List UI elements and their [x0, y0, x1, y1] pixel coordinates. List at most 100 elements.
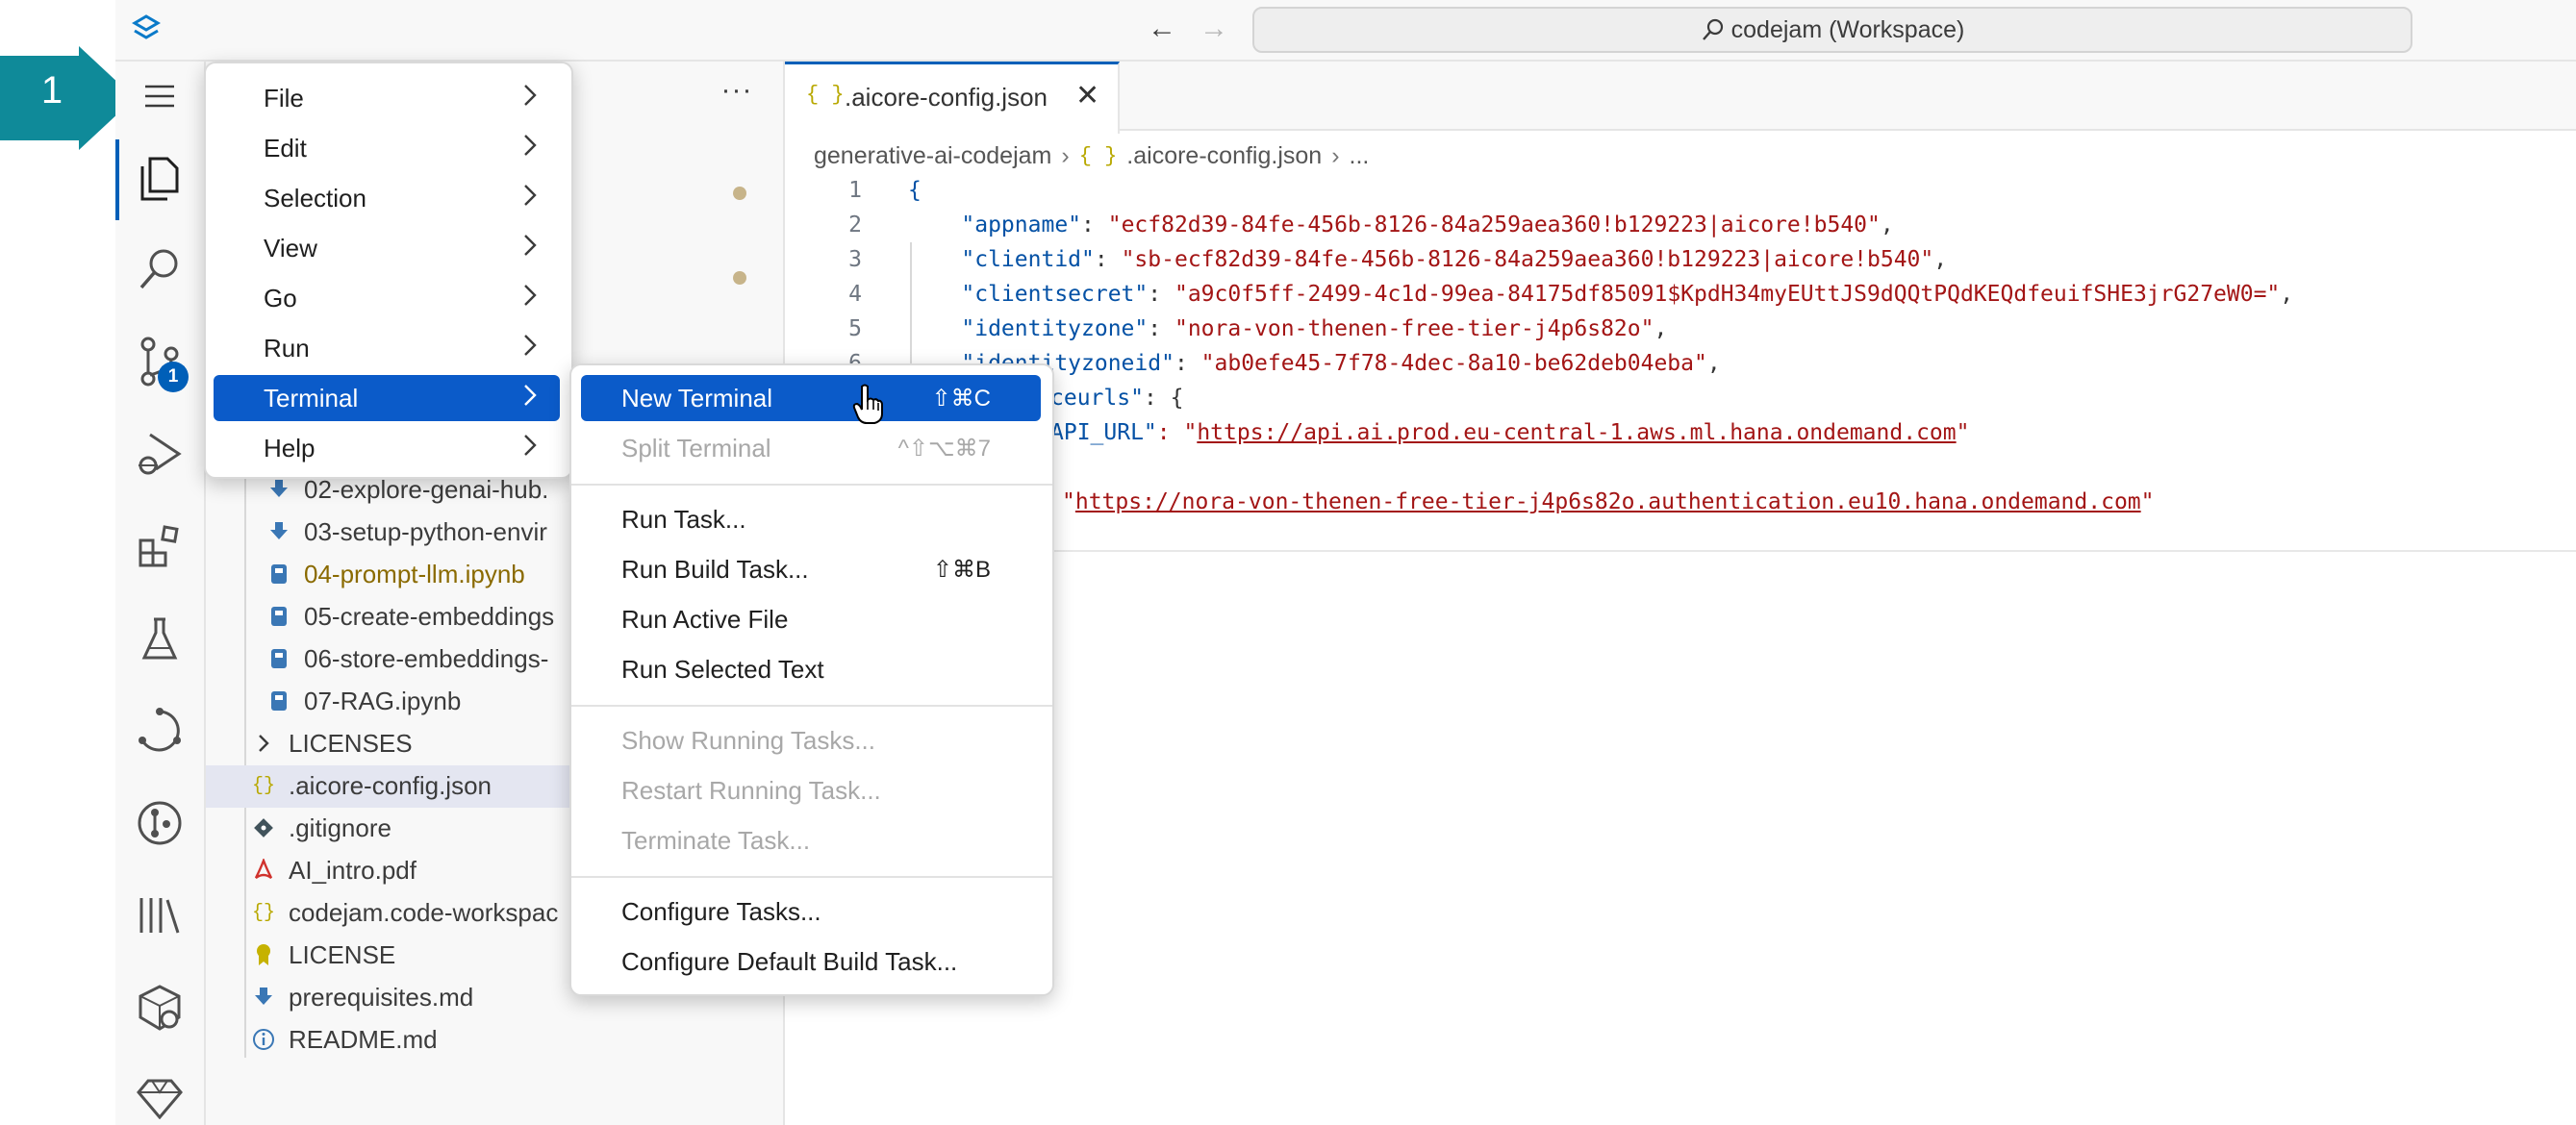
- menu-item-go[interactable]: Go: [214, 275, 560, 321]
- tree-file[interactable]: {} .aicore-config.json: [250, 765, 571, 806]
- code-line[interactable]: 3 "clientid": "sb-ecf82d39-84fe-456b-812…: [814, 242, 1947, 277]
- breadcrumb-folder[interactable]: generative-ai-codejam: [814, 142, 1051, 170]
- menu-item-help[interactable]: Help: [214, 425, 560, 471]
- hand-pointer-cursor-icon: [852, 384, 883, 424]
- tree-file[interactable]: README.md: [250, 1019, 571, 1060]
- forward-arrow-icon[interactable]: →: [1197, 12, 1231, 46]
- explorer-files-icon[interactable]: [133, 152, 187, 206]
- menu-item-run-build-task[interactable]: Run Build Task... ⇧⌘B: [581, 546, 1041, 592]
- run-and-debug-icon[interactable]: [133, 427, 187, 481]
- close-icon[interactable]: ✕: [1075, 79, 1099, 112]
- menu-item-new-terminal[interactable]: New Terminal ⇧⌘C: [581, 375, 1041, 421]
- json-file-icon: { }: [1078, 143, 1118, 168]
- tree-item-label: README.md: [289, 1024, 438, 1054]
- menu-item-run-task[interactable]: Run Task...: [581, 496, 1041, 542]
- more-actions-icon[interactable]: ···: [720, 76, 754, 112]
- menu-item-label: Terminal: [264, 383, 359, 412]
- gem-icon[interactable]: [133, 1071, 187, 1125]
- cube-settings-icon[interactable]: [133, 981, 187, 1035]
- menu-item-run[interactable]: Run: [214, 325, 560, 371]
- chevron-right-icon: [523, 333, 537, 364]
- api-icon[interactable]: [133, 704, 187, 758]
- download-icon: [265, 476, 292, 503]
- menu-item-file[interactable]: File: [214, 75, 560, 121]
- git-graph-icon[interactable]: [133, 796, 187, 850]
- menu-item-label: Restart Running Task...: [621, 775, 881, 805]
- url-link[interactable]: https://nora-von-thenen-free-tier-j4p6s8…: [1075, 489, 2141, 514]
- keyboard-shortcut: ^⇧⌥⌘7: [897, 435, 991, 462]
- tree-file[interactable]: 03-setup-python-envir: [265, 512, 571, 552]
- menu-item-label: File: [264, 83, 304, 112]
- menu-item-run-active-file[interactable]: Run Active File: [581, 596, 1041, 642]
- tree-item-label: 07-RAG.ipynb: [304, 686, 462, 715]
- testing-flask-icon[interactable]: [133, 612, 187, 665]
- notebook-icon: [265, 688, 292, 714]
- json-file-icon: { }: [806, 83, 845, 107]
- notebook-icon: [265, 603, 292, 630]
- tree-file[interactable]: 04-prompt-llm.ipynb: [265, 554, 571, 594]
- code-line[interactable]: 2 "appname": "ecf82d39-84fe-456b-8126-84…: [814, 208, 1894, 242]
- menu-separator: [571, 876, 1052, 878]
- activity-bar: [115, 62, 206, 1125]
- modified-dot-icon: [733, 187, 746, 200]
- library-icon[interactable]: [133, 888, 187, 942]
- menu-item-label: Run Task...: [621, 504, 746, 534]
- search-icon: [1702, 18, 1723, 40]
- code-line[interactable]: 5 "identityzone": "nora-von-thenen-free-…: [814, 312, 1667, 346]
- menu-item-selection[interactable]: Selection: [214, 175, 560, 221]
- tree-file[interactable]: .gitignore: [250, 808, 571, 848]
- menu-item-label: Configure Default Build Task...: [621, 946, 958, 976]
- back-arrow-icon[interactable]: ←: [1145, 12, 1179, 46]
- code-line-fragment[interactable]: "https://nora-von-thenen-free-tier-j4p6s…: [1062, 485, 2155, 519]
- menu-item-label: Go: [264, 283, 297, 312]
- menu-item-label: View: [264, 233, 317, 262]
- hamburger-menu-icon[interactable]: [133, 69, 187, 123]
- tab-label[interactable]: .aicore-config.json: [845, 83, 1048, 112]
- tree-item-label: AI_intro.pdf: [289, 855, 417, 885]
- tree-file[interactable]: 06-store-embeddings-: [265, 638, 571, 679]
- active-indicator: [115, 139, 119, 220]
- tree-file[interactable]: prerequisites.md: [250, 977, 571, 1017]
- extensions-icon[interactable]: [133, 519, 187, 573]
- menu-item-view[interactable]: View: [214, 225, 560, 271]
- tree-file[interactable]: 07-RAG.ipynb: [265, 681, 571, 721]
- tree-file[interactable]: AI_intro.pdf: [250, 850, 571, 890]
- tree-item-label: 06-store-embeddings-: [304, 643, 549, 673]
- tree-file[interactable]: LICENSE: [250, 935, 571, 975]
- tree-item-label: codejam.code-workspac: [289, 897, 559, 927]
- menu-item-configure-tasks[interactable]: Configure Tasks...: [581, 888, 1041, 935]
- breadcrumb-file[interactable]: .aicore-config.json: [1126, 142, 1322, 170]
- menu-item-show-running-tasks: Show Running Tasks...: [581, 717, 1041, 763]
- menu-item-terminal[interactable]: Terminal: [214, 375, 560, 421]
- menu-item-configure-default-build-task[interactable]: Configure Default Build Task...: [581, 938, 1041, 985]
- url-link[interactable]: https://api.ai.prod.eu-central-1.aws.ml.…: [1197, 420, 1956, 445]
- menu-item-run-selected-text[interactable]: Run Selected Text: [581, 646, 1041, 692]
- license-icon: [250, 941, 277, 968]
- tree-item-label: .gitignore: [289, 812, 391, 842]
- tree-folder[interactable]: LICENSES: [250, 723, 571, 763]
- tree-item-label: 04-prompt-llm.ipynb: [304, 559, 525, 588]
- chevron-right-icon: [523, 433, 537, 464]
- menu-item-label: Selection: [264, 183, 366, 212]
- code-line-fragment[interactable]: ceurls": {: [1050, 381, 1183, 415]
- command-center-content: codejam (Workspace): [1254, 9, 2411, 51]
- json-icon: {}: [251, 901, 275, 924]
- pdf-icon: [250, 857, 277, 884]
- chevron-right-icon: ›: [1331, 141, 1340, 169]
- menu-item-label: Configure Tasks...: [621, 896, 821, 926]
- tree-item-label: 05-create-embeddings: [304, 601, 555, 631]
- tree-file[interactable]: 05-create-embeddings: [265, 596, 571, 637]
- tree-file[interactable]: {} codejam.code-workspac: [250, 892, 571, 933]
- code-line[interactable]: 1{: [814, 173, 922, 208]
- chevron-right-icon: [523, 233, 537, 264]
- code-line[interactable]: 4 "clientsecret": "a9c0f5ff-2499-4c1d-99…: [814, 277, 2293, 312]
- search-icon[interactable]: [133, 242, 187, 296]
- tree-item-label: 03-setup-python-envir: [304, 516, 547, 546]
- chevron-right-icon: ›: [1061, 141, 1070, 169]
- code-line-fragment[interactable]: API_URL": "https://api.ai.prod.eu-centra…: [1050, 415, 1969, 450]
- menu-item-edit[interactable]: Edit: [214, 125, 560, 171]
- notebook-icon: [265, 645, 292, 672]
- breadcrumb-more[interactable]: ...: [1350, 142, 1370, 170]
- menu-item-label: Help: [264, 433, 316, 462]
- command-center[interactable]: codejam (Workspace): [1252, 7, 2412, 53]
